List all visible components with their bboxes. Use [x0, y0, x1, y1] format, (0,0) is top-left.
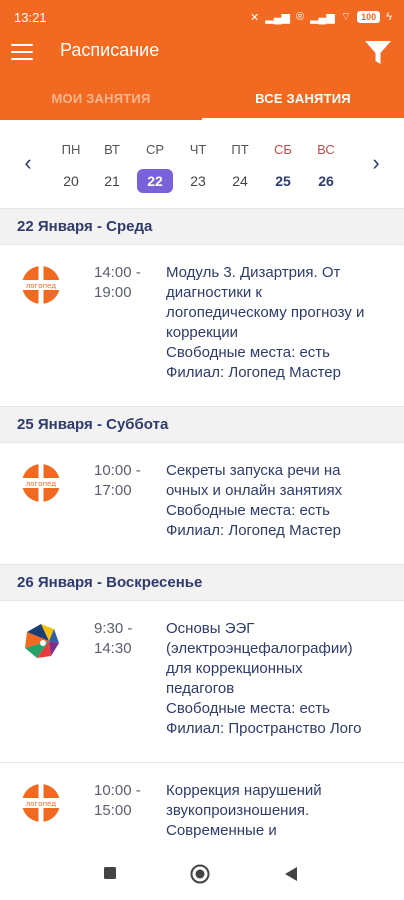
- event-seats: Свободные места: есть: [166, 344, 330, 361]
- recents-square-icon[interactable]: [103, 866, 117, 880]
- day-thu[interactable]: ЧТ 23: [180, 142, 216, 193]
- system-nav-bar: [0, 852, 404, 900]
- svg-text:логопед: логопед: [26, 480, 57, 488]
- day-of-week: СР: [145, 142, 165, 157]
- day-of-week: ВС: [317, 142, 335, 157]
- event-title-line: Основы ЭЭГ: [166, 620, 255, 637]
- event-title-line: звукопроизношения.: [166, 802, 310, 819]
- home-circle-icon[interactable]: [190, 864, 210, 884]
- event-title-line: очных и онлайн занятиях: [166, 482, 343, 499]
- event-branch: Филиал: Пространство Лого: [166, 720, 362, 737]
- event-title-line: Современные и: [166, 822, 277, 839]
- svg-text:логопед: логопед: [26, 800, 57, 808]
- battery-icon: 100: [357, 11, 381, 23]
- event-title-line: Секреты запуска речи на: [166, 462, 341, 479]
- day-number[interactable]: 24: [222, 169, 258, 193]
- mute-icon: ✕: [250, 11, 260, 24]
- date-header: 26 Января - Воскресенье: [0, 565, 404, 601]
- event-time: 10:00 - 15:00: [94, 782, 141, 819]
- tab-bar: МОИ ЗАНЯТИЯ ВСЕ ЗАНЯТИЯ: [0, 80, 404, 120]
- week-calendar: ‹ ПН 20 ВТ 21 СР 22 ЧТ 23 ПТ 24 СБ 25 ВС…: [0, 120, 404, 209]
- day-tue[interactable]: ВТ 21: [94, 142, 130, 193]
- charging-icon: ϟ: [386, 11, 392, 23]
- date-header: 25 Января - Суббота: [0, 407, 404, 443]
- day-number[interactable]: 26: [308, 169, 344, 193]
- event-title-line: (электроэнцефалографии): [166, 640, 353, 657]
- tab-all-classes[interactable]: ВСЕ ЗАНЯТИЯ: [202, 80, 404, 120]
- next-week-chevron-icon[interactable]: ›: [366, 152, 386, 174]
- page-title: Расписание: [60, 40, 160, 60]
- day-number[interactable]: 25: [265, 169, 301, 193]
- day-number[interactable]: 21: [94, 169, 130, 193]
- back-triangle-icon[interactable]: [284, 866, 298, 882]
- event-title-line: для коррекционных: [166, 660, 303, 677]
- wifi-icon: ⌔: [340, 11, 352, 23]
- day-of-week: ПН: [61, 142, 81, 157]
- event-seats: Свободные места: есть: [166, 700, 330, 717]
- event-title-line: диагностики к: [166, 284, 262, 301]
- day-number-selected[interactable]: 22: [137, 169, 173, 193]
- brain-logo-icon: [25, 624, 59, 658]
- list-item[interactable]: 9:30 - 14:30 Основы ЭЭГ (электроэнцефало…: [0, 601, 404, 763]
- filter-icon[interactable]: [362, 37, 394, 69]
- schedule-list: 22 Января - Среда логопед 14:00 - 19:00 …: [0, 209, 404, 883]
- event-details: Основы ЭЭГ (электроэнцефалографии) для к…: [166, 619, 391, 739]
- event-title-line: Модуль 3. Дизартрия. От: [166, 264, 341, 281]
- day-of-week: СБ: [274, 142, 292, 157]
- roaming-icon: ®: [295, 11, 305, 23]
- list-item[interactable]: логопед 14:00 - 19:00 Модуль 3. Дизартри…: [0, 245, 404, 407]
- status-icons: ✕ ▂▄▆ ® ▂▄▆ ⌔ 100 ϟ: [250, 10, 392, 24]
- list-item[interactable]: логопед 10:00 - 17:00 Секреты запуска ре…: [0, 443, 404, 565]
- day-number[interactable]: 23: [180, 169, 216, 193]
- day-of-week: ПТ: [231, 142, 249, 157]
- logoped-logo-icon: логопед: [22, 266, 60, 304]
- prev-week-chevron-icon[interactable]: ‹: [18, 152, 38, 174]
- logoped-logo-icon: логопед: [22, 464, 60, 502]
- event-time: 10:00 - 17:00: [94, 462, 141, 499]
- event-title-line: Коррекция нарушений: [166, 782, 322, 799]
- menu-button[interactable]: [11, 44, 33, 62]
- day-number[interactable]: 20: [53, 169, 89, 193]
- event-details: Секреты запуска речи на очных и онлайн з…: [166, 461, 391, 541]
- logoped-logo-icon: логопед: [22, 784, 60, 822]
- day-mon[interactable]: ПН 20: [53, 142, 89, 193]
- signal-icon: ▂▄▆: [265, 11, 290, 24]
- day-sat[interactable]: СБ 25: [265, 142, 301, 193]
- event-details: Коррекция нарушений звукопроизношения. С…: [166, 781, 391, 841]
- event-title-line: коррекции: [166, 324, 239, 341]
- tab-my-classes[interactable]: МОИ ЗАНЯТИЯ: [0, 80, 202, 120]
- event-time: 14:00 - 19:00: [94, 264, 141, 301]
- event-time: 9:30 - 14:30: [94, 620, 133, 657]
- event-branch: Филиал: Логопед Мастер: [166, 364, 341, 381]
- event-seats: Свободные места: есть: [166, 502, 330, 519]
- event-title-line: логопедическому прогнозу и: [166, 304, 365, 321]
- day-fri[interactable]: ПТ 24: [222, 142, 258, 193]
- signal-icon-2: ▂▄▆: [310, 11, 335, 24]
- status-time: 13:21: [14, 9, 47, 25]
- date-header: 22 Января - Среда: [0, 209, 404, 245]
- event-details: Модуль 3. Дизартрия. От диагностики к ло…: [166, 263, 391, 383]
- app-bar: Расписание МОИ ЗАНЯТИЯ ВСЕ ЗАНЯТИЯ: [0, 34, 404, 120]
- event-title-line: педагогов: [166, 680, 235, 697]
- svg-text:логопед: логопед: [26, 282, 57, 290]
- event-branch: Филиал: Логопед Мастер: [166, 522, 341, 539]
- day-of-week: ЧТ: [189, 142, 207, 157]
- status-bar: 13:21 ✕ ▂▄▆ ® ▂▄▆ ⌔ 100 ϟ: [0, 0, 404, 34]
- day-of-week: ВТ: [104, 142, 120, 157]
- day-wed[interactable]: СР 22: [137, 142, 173, 193]
- day-sun[interactable]: ВС 26: [308, 142, 344, 193]
